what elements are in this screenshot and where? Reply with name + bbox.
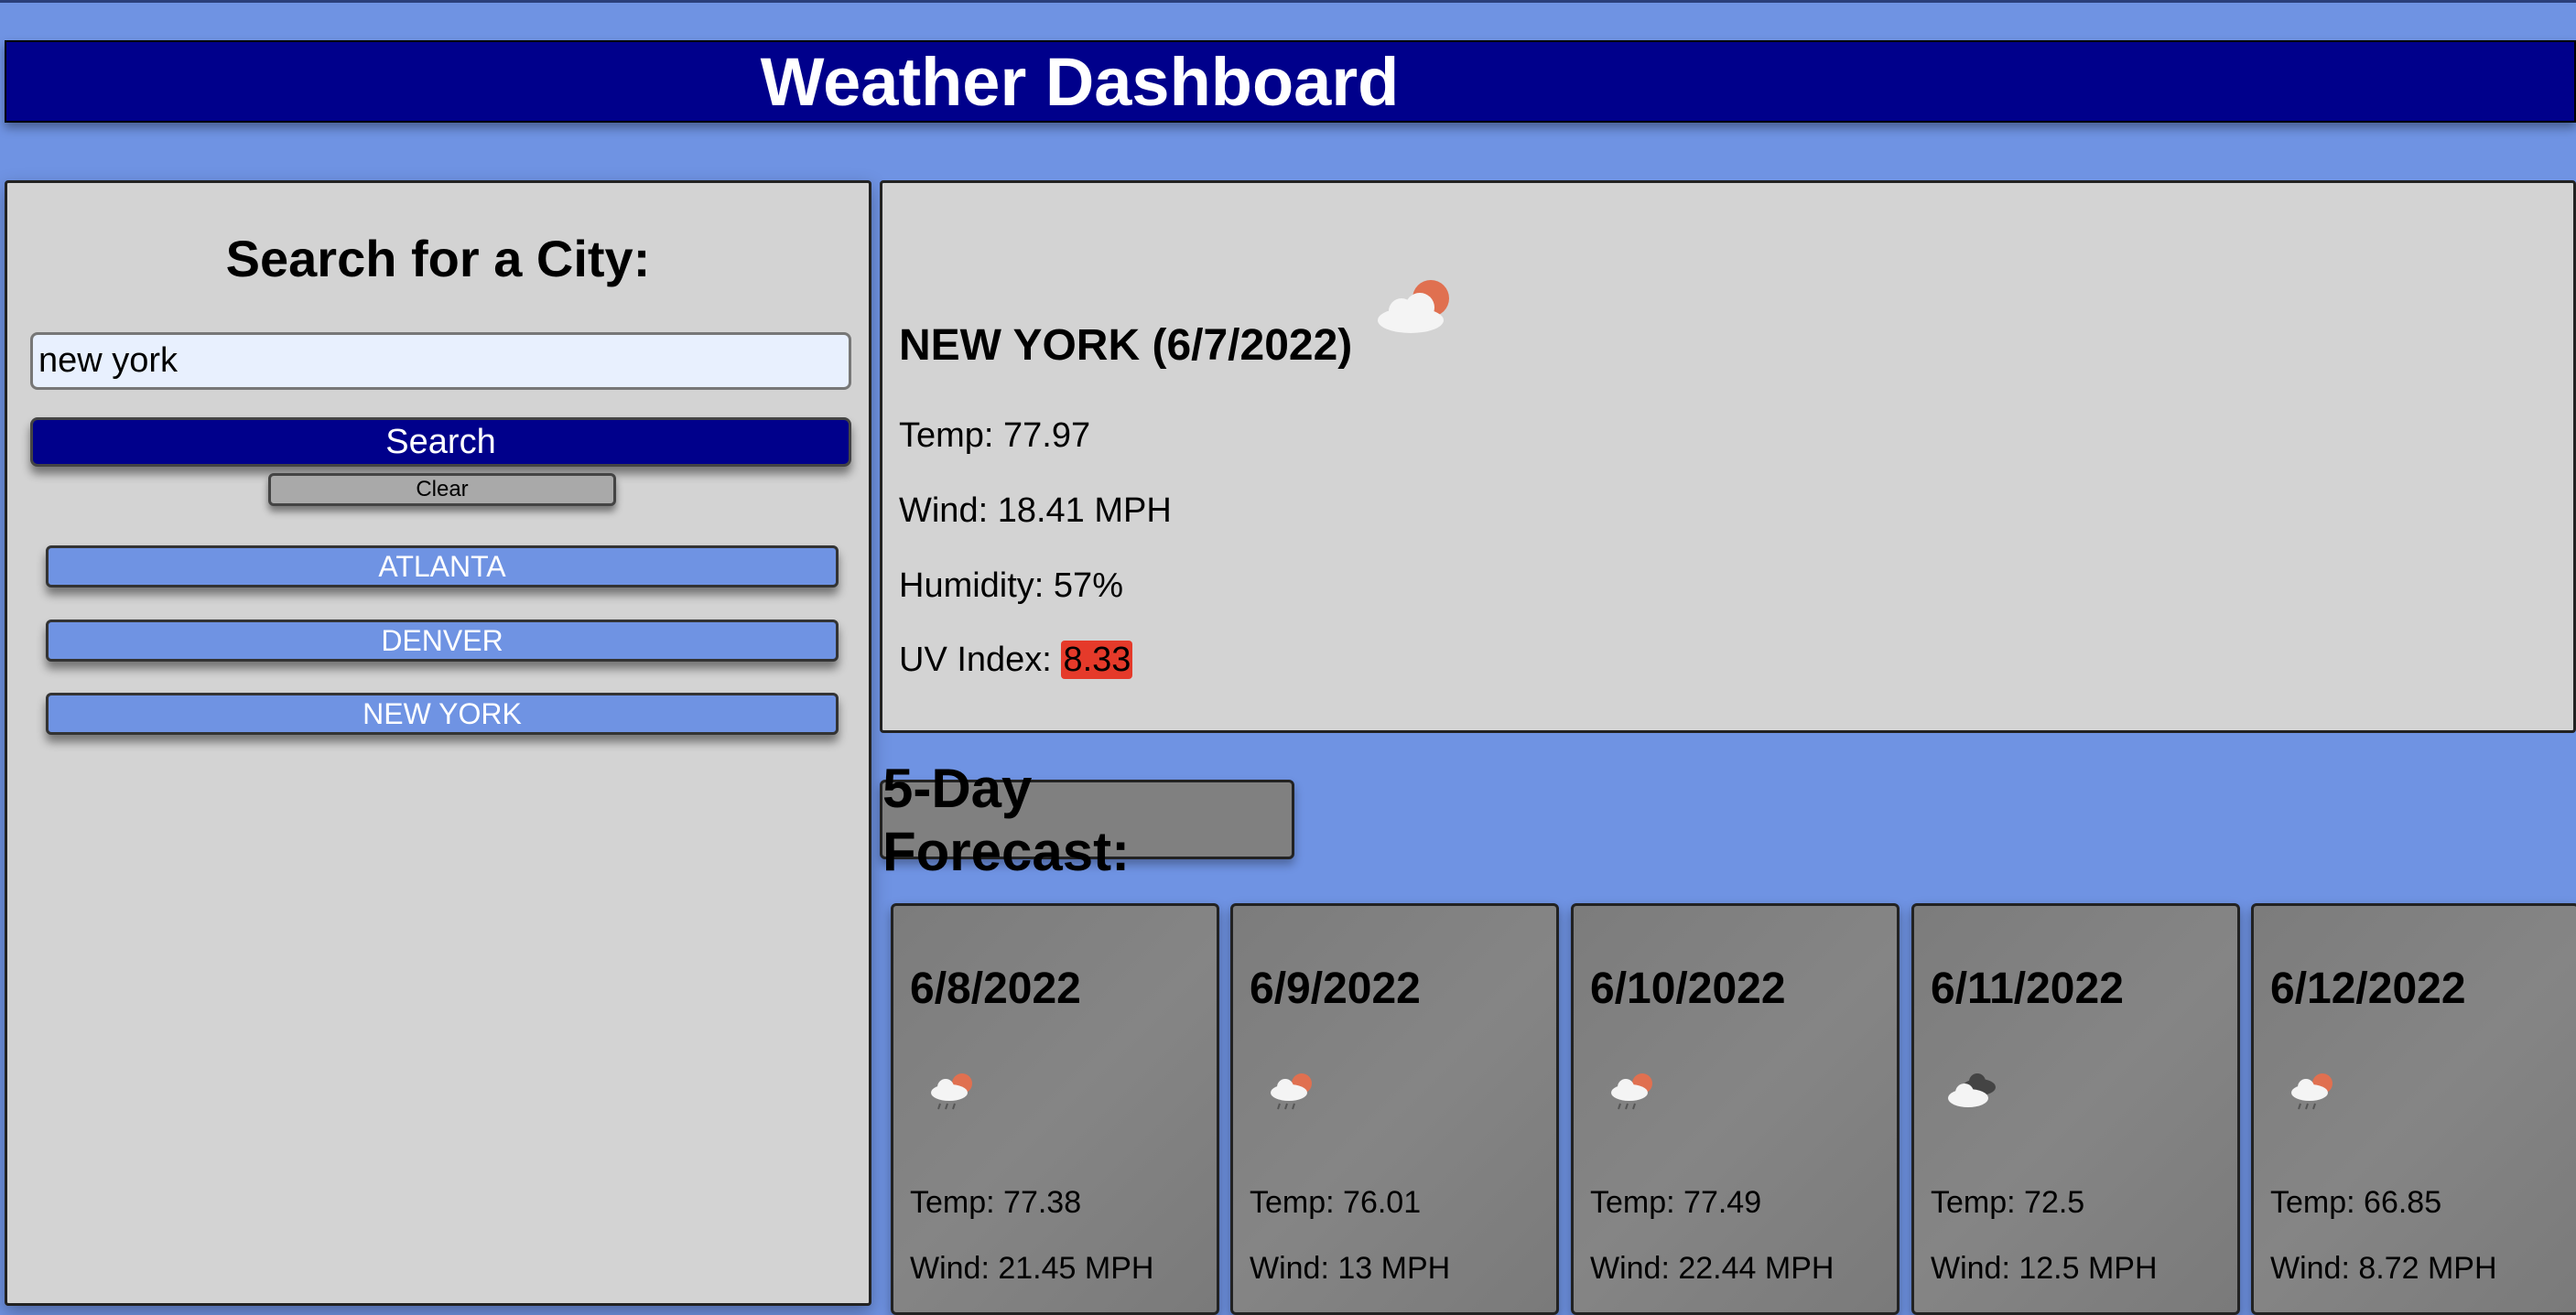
history-city-button[interactable]: ATLANTA [46, 545, 839, 587]
forecast-date: 6/8/2022 [910, 965, 1081, 1013]
forecast-temp: Temp: 77.49 [1590, 1185, 1762, 1220]
uv-value-badge: 8.33 [1061, 641, 1133, 679]
forecast-wind: Wind: 12.5 MPH [1931, 1251, 2158, 1286]
forecast-date: 6/10/2022 [1590, 965, 1786, 1013]
forecast-temp: Temp: 72.5 [1931, 1185, 2085, 1220]
forecast-temp: Temp: 66.85 [2270, 1185, 2442, 1220]
rain-sun-icon [1271, 1073, 1312, 1110]
rain-sun-icon [1611, 1073, 1652, 1110]
forecast-date: 6/12/2022 [2270, 965, 2466, 1013]
current-weather-panel: NEW YORK (6/7/2022) Temp: 77.97 Wind: 18… [880, 180, 2576, 733]
search-button[interactable]: Search [30, 417, 851, 467]
forecast-card: 6/11/2022 Temp: 72.5 Wind: 12.5 MPH [1911, 903, 2240, 1315]
search-panel: Search for a City: Search Clear ATLANTA … [5, 180, 871, 1306]
rain-sun-icon [931, 1073, 972, 1110]
forecast-wind: Wind: 21.45 MPH [910, 1251, 1154, 1286]
current-city-title: NEW YORK (6/7/2022) [899, 321, 1353, 370]
forecast-wind: Wind: 8.72 MPH [2270, 1251, 2497, 1286]
current-temp: Temp: 77.97 [899, 416, 1091, 455]
page-title: Weather Dashboard [760, 43, 1400, 120]
rain-sun-icon [2291, 1073, 2332, 1110]
current-uv: UV Index: 8.33 [899, 641, 1133, 680]
forecast-wind: Wind: 22.44 MPH [1590, 1251, 1835, 1286]
forecast-card: 6/10/2022 Temp: 77.49 Wind: 22.44 MPH [1571, 903, 1900, 1315]
forecast-date: 6/9/2022 [1250, 965, 1421, 1013]
current-humidity: Humidity: 57% [899, 566, 1123, 605]
page: Weather Dashboard Search for a City: Sea… [0, 0, 2576, 1315]
forecast-wind: Wind: 13 MPH [1250, 1251, 1451, 1286]
current-wind: Wind: 18.41 MPH [899, 491, 1172, 530]
history-city-button[interactable]: NEW YORK [46, 693, 839, 735]
app-header: Weather Dashboard [5, 40, 2576, 123]
city-search-input[interactable] [30, 332, 851, 390]
search-heading: Search for a City: [225, 230, 651, 287]
forecast-card: 6/8/2022 Temp: 77.38 Wind: 21.45 MPH [891, 903, 1219, 1315]
forecast-heading: 5-Day Forecast: [880, 758, 1294, 882]
forecast-date: 6/11/2022 [1931, 965, 2124, 1013]
forecast-card: 6/12/2022 Temp: 66.85 Wind: 8.72 MPH [2251, 903, 2576, 1315]
forecast-temp: Temp: 76.01 [1250, 1185, 1422, 1220]
history-city-button[interactable]: DENVER [46, 620, 839, 662]
cloud-sun-icon [1378, 280, 1449, 333]
forecast-card: 6/9/2022 Temp: 76.01 Wind: 13 MPH [1230, 903, 1559, 1315]
forecast-temp: Temp: 77.38 [910, 1185, 1082, 1220]
clear-button[interactable]: Clear [268, 473, 616, 506]
uv-label: UV Index: [899, 641, 1052, 679]
broken-clouds-icon [1948, 1073, 1996, 1107]
